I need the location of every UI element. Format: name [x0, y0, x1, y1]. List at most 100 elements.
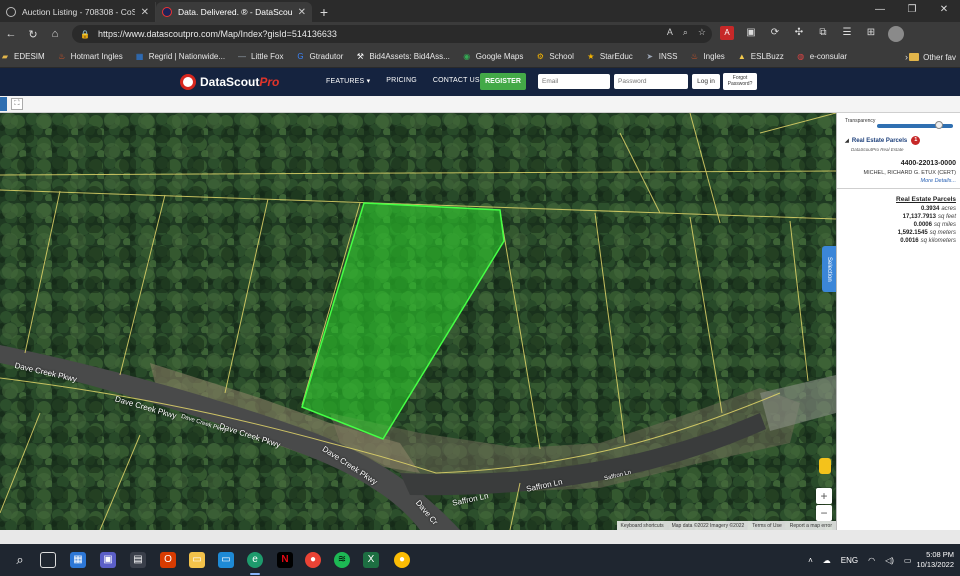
other-favorites-label: Other fav — [923, 52, 956, 62]
store-icon[interactable]: ▤ — [130, 552, 146, 568]
other-favorites[interactable]: Other fav — [905, 46, 960, 67]
bookmark-item[interactable]: ◉ Google Maps — [462, 52, 524, 62]
map-attribution: Keyboard shortcuts Map data ©2022 Imager… — [616, 521, 836, 530]
tab-auction-listing[interactable]: Auction Listing - 708308 - CoSt... ✕ — [0, 2, 156, 22]
widgets-icon[interactable]: ▦ — [70, 552, 86, 568]
explorer-icon[interactable]: ▭ — [189, 552, 205, 568]
excel-icon[interactable]: X — [363, 552, 379, 568]
bookmark-item[interactable]: G Gtradutor — [296, 52, 343, 62]
refresh-icon[interactable]: ↻ — [22, 28, 44, 41]
datascoutpro-logo[interactable]: DataScout Pro — [180, 74, 279, 90]
bookmark-item[interactable]: ▲ ESLBuzz — [737, 52, 784, 62]
terms-link[interactable]: Terms of Use — [752, 523, 781, 529]
parcel-id[interactable]: 4400-22013-0000 — [901, 160, 956, 167]
wifi-icon[interactable]: ◠ — [868, 556, 875, 565]
lock-icon[interactable]: 🔒 — [80, 30, 90, 39]
map-canvas[interactable]: Dave Creek Pkwy Dave Creek Pkwy Dave Cre… — [0, 113, 836, 530]
bookmark-item[interactable]: ▰ EDESIM — [0, 52, 45, 62]
task-view-icon[interactable] — [40, 552, 56, 568]
sync-icon[interactable]: ⟳ — [768, 26, 782, 40]
close-icon[interactable]: ✕ — [141, 7, 149, 18]
chrome-alt-icon[interactable]: ● — [394, 552, 410, 568]
menu-toggle-button[interactable] — [0, 97, 7, 111]
extension-icon[interactable]: ▣ — [744, 26, 758, 40]
bookmark-item[interactable]: ➤ INSS — [645, 52, 677, 62]
fullscreen-icon[interactable]: ⛶ — [11, 98, 23, 110]
bookmark-item[interactable]: ★ StarEduc — [586, 52, 633, 62]
layer-header[interactable]: ◢ Real Estate Parcels 1 — [845, 136, 921, 145]
report-error-link[interactable]: Report a map error — [790, 523, 832, 529]
address-bar: ← ↻ ⌂ 🔒 https://www.datascoutpro.com/Map… — [0, 22, 960, 46]
office-icon[interactable]: O — [160, 552, 176, 568]
nav-features[interactable]: FEATURES ▾ — [326, 77, 370, 85]
volume-icon[interactable]: ◁) — [885, 556, 894, 565]
new-tab-button[interactable]: + — [312, 2, 336, 22]
read-aloud-icon[interactable]: A — [667, 27, 673, 38]
password-field[interactable] — [614, 74, 688, 89]
layer-source: DataScoutPro Real Estate — [851, 147, 904, 152]
weather-icon[interactable]: ☁ — [823, 556, 831, 565]
tab-title: Auction Listing - 708308 - CoSt... — [22, 7, 135, 17]
clock[interactable]: 5:08 PM 10/13/2022 — [916, 550, 954, 570]
email-field[interactable] — [538, 74, 610, 89]
url-text: https://www.datascoutpro.com/Map/Index?g… — [97, 29, 337, 39]
chevron-up-icon[interactable]: ˄ — [808, 556, 813, 565]
bookmark-label: Google Maps — [475, 52, 524, 61]
zoom-out-button[interactable]: − — [816, 505, 832, 521]
remote-icon[interactable]: ▭ — [218, 552, 234, 568]
bookmark-item[interactable]: ⚙ School — [535, 52, 574, 62]
collections-icon[interactable]: ⊞ — [864, 26, 878, 40]
site-header: DataScout Pro FEATURES ▾ PRICING CONTACT … — [0, 68, 960, 96]
register-button[interactable]: REGISTER — [480, 73, 526, 90]
nav-pricing[interactable]: PRICING — [386, 77, 417, 85]
forgot-password-button[interactable]: Forgot Password? — [723, 73, 757, 90]
language-indicator[interactable]: ENG — [841, 556, 858, 565]
nav-contact-us[interactable]: CONTACT US — [433, 77, 480, 85]
edge-icon[interactable]: e — [247, 552, 263, 568]
tab-datascoutpro[interactable]: Data. Delivered. ® - DataScoutPro ✕ — [156, 2, 312, 22]
more-details-link[interactable]: More Details... — [921, 178, 956, 184]
area-row: 17,137.7913 sq feet — [902, 214, 956, 220]
street-view-pegman-icon[interactable] — [819, 458, 831, 474]
close-window-icon[interactable]: ✕ — [928, 0, 960, 22]
chrome-icon[interactable]: ● — [305, 552, 321, 568]
puzzle-icon[interactable]: ✣ — [792, 26, 806, 40]
bookmark-item[interactable]: ▦ Regrid | Nationwide... — [135, 52, 225, 62]
back-icon[interactable]: ← — [0, 28, 22, 40]
minimize-icon[interactable]: — — [864, 0, 896, 22]
bookmark-item[interactable]: — Little Fox — [237, 52, 283, 62]
bookmark-item[interactable]: ◍ e-consular — [796, 52, 847, 62]
area-heading: Real Estate Parcels — [896, 196, 956, 203]
maximize-icon[interactable]: ❐ — [896, 0, 928, 22]
selection-tab[interactable]: Selection — [822, 246, 836, 292]
url-input[interactable]: 🔒 https://www.datascoutpro.com/Map/Index… — [72, 25, 712, 43]
split-screen-icon[interactable]: ⧉ — [816, 26, 830, 40]
hat-icon: ▲ — [737, 51, 746, 61]
bookmark-item[interactable]: ⚒ Bid4Assets: Bid4Ass... — [355, 51, 450, 62]
teams-icon[interactable]: ▣ — [100, 552, 116, 568]
close-icon[interactable]: ✕ — [298, 7, 306, 18]
gavel-icon: ⚒ — [356, 51, 364, 61]
collapse-triangle-icon[interactable]: ◢ — [845, 138, 849, 144]
site-nav: FEATURES ▾ PRICING CONTACT US — [326, 77, 480, 85]
area-list: 0.3934 acres 17,137.7913 sq feet 0.0006 sq … — [846, 205, 956, 245]
search-icon[interactable]: ⌕ — [12, 552, 28, 568]
zoom-in-button[interactable]: + — [816, 488, 832, 504]
battery-icon[interactable]: ▭ — [904, 556, 912, 565]
zoom-icon[interactable]: ⌕ — [683, 27, 688, 38]
profile-avatar[interactable] — [888, 26, 904, 42]
bookmark-item[interactable]: ♨ Hotmart Ingles — [57, 52, 123, 62]
favorites-icon[interactable]: ☰ — [840, 26, 854, 40]
netflix-icon[interactable]: N — [277, 552, 293, 568]
spotify-icon[interactable]: ≋ — [334, 552, 350, 568]
folder-icon: ▰ — [1, 51, 9, 61]
area-row: 0.3934 acres — [920, 206, 956, 212]
keyboard-shortcuts-link[interactable]: Keyboard shortcuts — [621, 523, 664, 529]
bookmark-label: Little Fox — [251, 52, 284, 61]
login-button[interactable]: Log in — [692, 74, 720, 89]
favorite-star-icon[interactable]: ☆ — [698, 27, 706, 38]
layer-count-badge: 1 — [911, 136, 921, 145]
pdf-extension-icon[interactable]: A — [720, 26, 734, 40]
home-icon[interactable]: ⌂ — [44, 28, 66, 40]
bookmark-item[interactable]: ♨ Ingles — [689, 52, 725, 62]
